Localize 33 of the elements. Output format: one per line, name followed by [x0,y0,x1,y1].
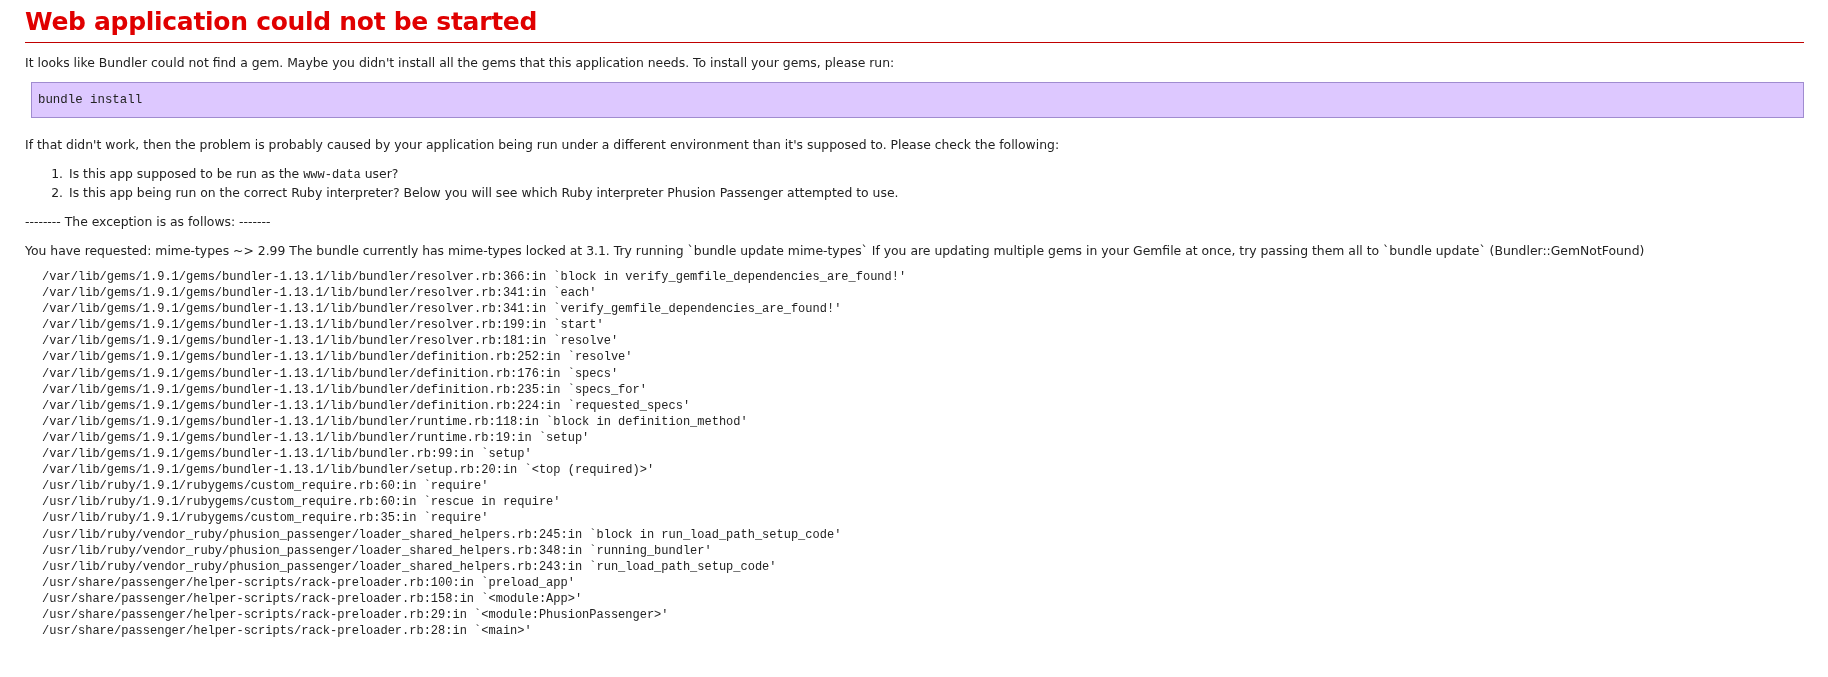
backtrace-line: /usr/share/passenger/helper-scripts/rack-preloader.rb:28:in `<main>' [42,623,533,640]
command-block: bundle install [31,82,1804,118]
check-text: Is this app supposed to be run as the www-data user? [69,166,399,183]
backtrace-line: /var/lib/gems/1.9.1/gems/bundler-1.13.1/lib/bundler/resolver.rb:199:in `start' [42,317,605,334]
intro-text: It looks like Bundler could not find a gem. Maybe you didn't install all the gems that this application needs. To install your gems, please run: [25,55,896,71]
backtrace-line: /var/lib/gems/1.9.1/gems/bundler-1.13.1/lib/bundler/definition.rb:224:in `requested_specs' [42,397,692,414]
backtrace-line: /var/lib/gems/1.9.1/gems/bundler-1.13.1/lib/bundler/definition.rb:235:in `specs_for' [42,381,648,398]
backtrace-line: /usr/lib/ruby/vendor_ruby/phusion_passenger/loader_shared_helpers.rb:245:in `block in run_load_path_setup_code' [42,526,843,543]
backtrace-line: /usr/lib/ruby/vendor_ruby/phusion_passenger/loader_shared_helpers.rb:243:in `run_load_path_setup_code' [42,558,778,575]
backtrace-line: /usr/share/passenger/helper-scripts/rack-preloader.rb:100:in `preload_app' [42,574,576,591]
backtrace-line: /usr/lib/ruby/1.9.1/rubygems/custom_require.rb:60:in `rescue in require' [42,494,562,511]
backtrace-line: /var/lib/gems/1.9.1/gems/bundler-1.13.1/lib/bundler.rb:99:in `setup' [42,446,533,463]
backtrace-line: /var/lib/gems/1.9.1/gems/bundler-1.13.1/lib/bundler/definition.rb:252:in `resolve' [42,349,634,366]
backtrace-line: /usr/share/passenger/helper-scripts/rack-preloader.rb:158:in `<module:App>' [42,590,584,607]
exception-message: You have requested: mime-types ~> 2.99 The bundle currently has mime-types locked at 3.1. Try running `bundle update mime-types` If you are updating multiple gems in your Gemfile at once, try passing them all to `bundle update` (Bundler::GemNotFound) [25,243,1646,259]
hint-text: If that didn't work, then the problem is probably caused by your application being run under a different environment than it's supposed to. Please check the following: [25,137,1061,153]
backtrace-line: /var/lib/gems/1.9.1/gems/bundler-1.13.1/lib/bundler/resolver.rb:341:in `each' [42,285,598,302]
backtrace-line: /var/lib/gems/1.9.1/gems/bundler-1.13.1/lib/bundler/setup.rb:20:in `<top (required)>' [42,462,656,479]
backtrace-line: /var/lib/gems/1.9.1/gems/bundler-1.13.1/lib/bundler/resolver.rb:366:in `block in verify_gemfile_dependencies_are_found!' [42,269,908,286]
backtrace-line: /usr/lib/ruby/vendor_ruby/phusion_passenger/loader_shared_helpers.rb:348:in `running_bundler' [42,542,713,559]
backtrace-line: /usr/share/passenger/helper-scripts/rack-preloader.rb:29:in `<module:PhusionPassenger>' [42,606,670,624]
backtrace-line: /usr/lib/ruby/1.9.1/rubygems/custom_require.rb:35:in `require' [42,510,490,527]
backtrace-line: /var/lib/gems/1.9.1/gems/bundler-1.13.1/lib/bundler/runtime.rb:118:in `block in definition_method' [42,413,749,430]
list-number: 2. [51,185,63,200]
backtrace-line: /var/lib/gems/1.9.1/gems/bundler-1.13.1/lib/bundler/resolver.rb:181:in `resolve' [42,333,620,350]
separator-text: -------- The exception is as follows: ------- [25,214,272,230]
page-title: Web application could not be started [25,6,1804,43]
backtrace-line: /var/lib/gems/1.9.1/gems/bundler-1.13.1/lib/bundler/definition.rb:176:in `specs' [42,365,620,382]
check-text: Is this app being run on the correct Ruby interpreter? Below you will see which Ruby interpreter Phusion Passenger attempted to use. [69,185,899,200]
backtrace-line: /var/lib/gems/1.9.1/gems/bundler-1.13.1/lib/bundler/runtime.rb:19:in `setup' [42,429,591,447]
list-number: 1. [51,166,63,183]
backtrace-line: /usr/lib/ruby/1.9.1/rubygems/custom_require.rb:60:in `require' [42,478,490,495]
backtrace-line: /var/lib/gems/1.9.1/gems/bundler-1.13.1/lib/bundler/resolver.rb:341:in `verify_gemfile_dependencies_are_found!' [42,301,843,318]
